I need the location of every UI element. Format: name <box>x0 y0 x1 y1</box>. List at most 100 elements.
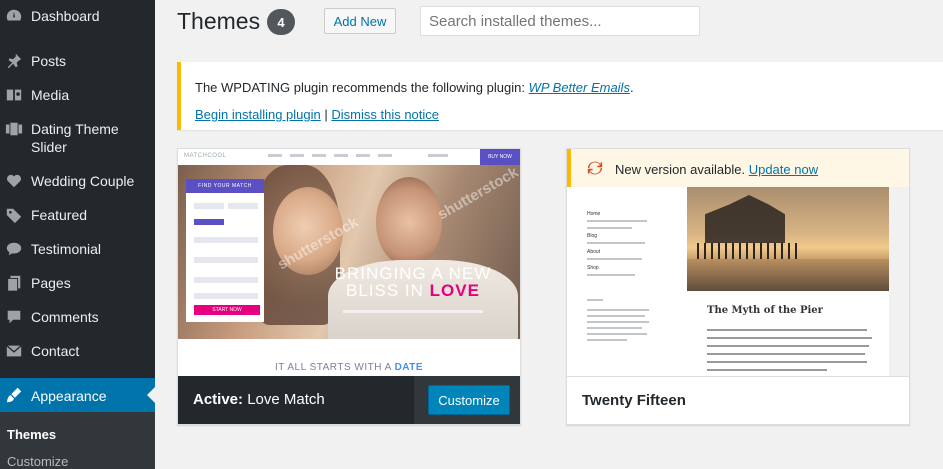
sidebar-item-label: Contact <box>31 343 80 359</box>
sidebar-item-label: Media <box>31 87 70 103</box>
sidebar-item-dashboard[interactable]: Dashboard <box>0 6 155 26</box>
preview-logo: MATCHCOOL <box>184 153 227 159</box>
preview-text-line <box>707 369 827 371</box>
notice-actions: Begin installing plugin | Dismiss this n… <box>195 107 439 122</box>
theme-card-twenty-fifteen[interactable]: New version available. Update now Home B… <box>566 148 910 425</box>
add-new-button[interactable]: Add New <box>324 8 396 34</box>
tag-icon <box>4 205 24 225</box>
preview-line <box>587 333 647 335</box>
update-icon <box>587 161 603 175</box>
preview-form-field <box>194 277 258 283</box>
preview-search-form: FIND YOUR MATCH START NOW <box>186 179 264 322</box>
preview-nav: MATCHCOOL BUY NOW <box>178 149 520 165</box>
pages-icon <box>4 273 24 293</box>
preview-text-line <box>707 345 869 347</box>
preview-sidebar-word: Shop <box>587 265 599 271</box>
preview-nav-link <box>428 154 448 157</box>
preview-line <box>587 258 642 260</box>
sidebar-item-featured[interactable]: Featured <box>0 205 155 225</box>
sidebar-item-testimonial[interactable]: Testimonial <box>0 239 155 259</box>
preview-headline-line2: BLISS IN <box>346 281 424 300</box>
preview-nav-link <box>334 154 348 157</box>
preview-text-line <box>707 337 872 339</box>
watermark: shutterstock <box>434 165 520 224</box>
sidebar-item-wedding-couple[interactable]: Wedding Couple <box>0 171 155 191</box>
preview-form-field <box>194 257 258 263</box>
preview-hero: FIND YOUR MATCH START NOW BRINGING A NEW… <box>178 165 520 339</box>
preview-nav-link <box>268 154 282 157</box>
plugin-link[interactable]: WP Better Emails <box>529 80 630 95</box>
preview-tagline-text: IT ALL STARTS WITH A <box>274 362 392 373</box>
submenu-item-themes[interactable]: Themes <box>7 427 56 442</box>
sidebar-item-media[interactable]: Media <box>0 85 155 105</box>
preview-line <box>587 315 645 317</box>
preview-line <box>587 309 649 311</box>
sidebar-item-label: Dating Theme Slider <box>31 121 119 155</box>
update-text: New version available. <box>615 162 746 177</box>
comments-icon <box>4 307 24 327</box>
theme-name-bar: Twenty Fifteen <box>567 376 909 424</box>
preview-sidebar-word: Blog <box>587 233 598 239</box>
notice-period: . <box>629 80 634 95</box>
sidebar-item-dating-theme-slider[interactable]: Dating Theme Slider <box>0 119 155 156</box>
sidebar-item-pages[interactable]: Pages <box>0 273 155 293</box>
update-message: New version available. Update now <box>615 162 818 177</box>
brush-icon <box>4 385 24 405</box>
theme-name-bar: Active: Love Match Customize <box>178 376 520 424</box>
preview-sidebar-word: Home <box>587 211 601 217</box>
preview-text-line <box>707 353 865 355</box>
preview-subtext <box>343 310 483 313</box>
theme-card-love-match[interactable]: MATCHCOOL BUY NOW FIND YOUR MATCH START … <box>177 148 521 425</box>
update-notice: New version available. Update now <box>567 149 909 187</box>
preview-sidebar-word: About <box>587 249 601 255</box>
submenu-item-customize[interactable]: Customize <box>7 454 68 469</box>
sidebar-item-contact[interactable]: Contact <box>0 341 155 361</box>
update-now-link[interactable]: Update now <box>749 162 818 177</box>
sidebar-item-appearance[interactable]: Appearance <box>0 378 155 412</box>
preview-headline-accent: LOVE <box>429 281 480 300</box>
customize-button[interactable]: Customize <box>428 385 510 415</box>
preview-man-face <box>376 177 442 267</box>
theme-name: Active: Love Match <box>193 391 325 408</box>
preview-line <box>587 227 632 229</box>
sidebar-item-comments[interactable]: Comments <box>0 307 155 327</box>
preview-buy-button: BUY NOW <box>480 149 520 165</box>
slider-icon <box>4 119 24 139</box>
envelope-icon <box>4 341 24 361</box>
preview-form-field <box>228 203 258 209</box>
theme-title: Twenty Fifteen <box>582 392 686 409</box>
preview-line <box>587 220 647 222</box>
sidebar-item-label: Appearance <box>31 387 107 404</box>
dashboard-icon <box>4 6 24 26</box>
preview-nav-link <box>356 154 370 157</box>
sidebar-item-label: Dashboard <box>31 8 100 24</box>
preview-line <box>587 327 642 329</box>
preview-headline-line1: BRINGING A NEW <box>334 264 492 283</box>
preview-line <box>587 242 645 244</box>
notice-text: The WPDATING plugin recommends the follo… <box>195 80 529 95</box>
active-label: Active: <box>193 391 244 408</box>
preview-sea <box>687 259 889 291</box>
preview-tagline-accent: DATE <box>394 362 424 373</box>
sidebar-item-posts[interactable]: Posts <box>0 51 155 71</box>
sidebar-item-label: Wedding Couple <box>31 173 135 189</box>
heart-icon <box>4 171 24 191</box>
theme-count-badge: 4 <box>267 9 295 35</box>
preview-nav-link <box>378 154 392 157</box>
preview-pier <box>705 195 785 243</box>
theme-actions: Customize <box>414 376 520 424</box>
preview-headline: BRINGING A NEW BLISS IN LOVE <box>328 265 498 299</box>
page-title: Themes <box>177 8 261 34</box>
notice-separator: | <box>320 107 332 122</box>
begin-installing-link[interactable]: Begin installing plugin <box>195 107 321 122</box>
dismiss-notice-link[interactable]: Dismiss this notice <box>331 107 439 122</box>
preview-sidebar: Home Blog About Shop <box>567 187 687 377</box>
sidebar-item-label: Posts <box>31 53 67 69</box>
search-input[interactable] <box>420 6 700 36</box>
preview-form-button: START NOW <box>194 305 260 315</box>
preview-text-line <box>707 329 867 331</box>
comment-icon <box>4 239 24 259</box>
preview-line <box>587 274 635 276</box>
sidebar-item-label: Comments <box>31 309 99 325</box>
preview-main: The Myth of the Pier <box>687 187 909 377</box>
